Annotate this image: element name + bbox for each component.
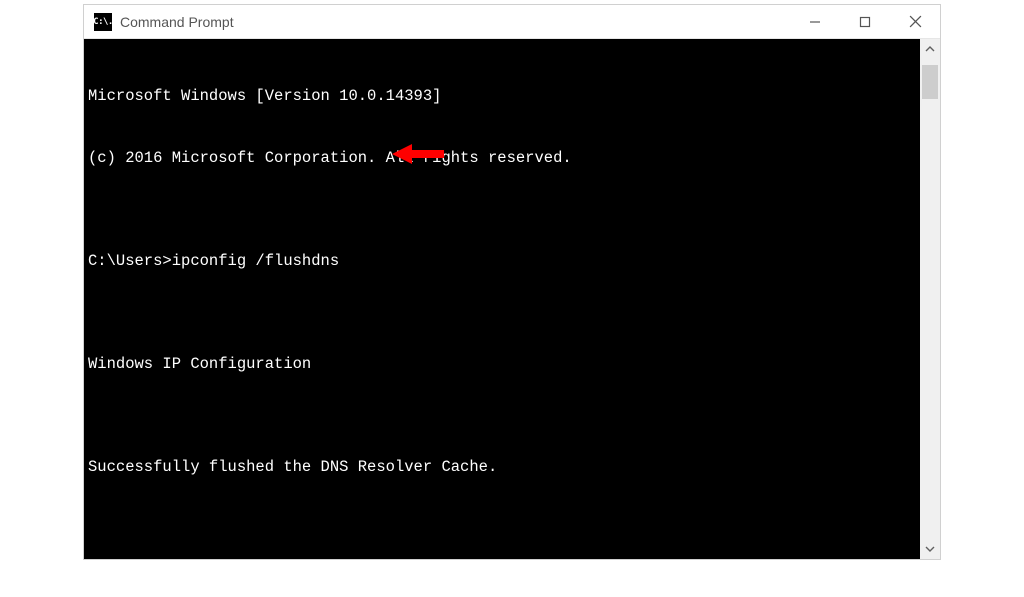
app-icon: C:\.: [94, 13, 112, 31]
chevron-up-icon: [924, 43, 936, 55]
scrollbar-track[interactable]: [920, 59, 940, 539]
minimize-icon: [809, 16, 821, 28]
console-output[interactable]: Microsoft Windows [Version 10.0.14393] (…: [84, 39, 920, 559]
client-area: Microsoft Windows [Version 10.0.14393] (…: [84, 39, 940, 559]
close-icon: [909, 15, 922, 28]
app-icon-text: C:\.: [93, 17, 113, 27]
close-button[interactable]: [890, 5, 940, 39]
vertical-scrollbar[interactable]: [920, 39, 940, 559]
scrollbar-thumb[interactable]: [922, 65, 938, 99]
maximize-button[interactable]: [840, 5, 890, 39]
console-line: (c) 2016 Microsoft Corporation. All righ…: [88, 148, 916, 169]
scroll-down-button[interactable]: [920, 539, 940, 559]
maximize-icon: [859, 16, 871, 28]
scroll-up-button[interactable]: [920, 39, 940, 59]
minimize-button[interactable]: [790, 5, 840, 39]
console-line: C:\Users>ipconfig /flushdns: [88, 251, 916, 272]
chevron-down-icon: [924, 543, 936, 555]
window-title: Command Prompt: [120, 14, 234, 30]
console-line: Successfully flushed the DNS Resolver Ca…: [88, 457, 916, 478]
console-line: Microsoft Windows [Version 10.0.14393]: [88, 86, 916, 107]
console-line: Windows IP Configuration: [88, 354, 916, 375]
command-prompt-window: C:\. Command Prompt Microsoft Windows [V…: [83, 4, 941, 560]
titlebar[interactable]: C:\. Command Prompt: [84, 5, 940, 39]
